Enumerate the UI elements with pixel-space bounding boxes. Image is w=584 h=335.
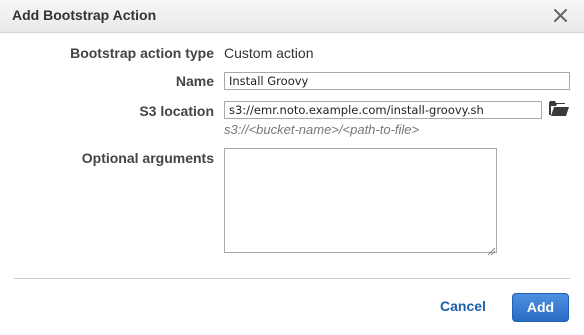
folder-open-icon[interactable] <box>548 100 570 118</box>
s3-location-hint: s3://<bucket-name>/<path-to-file> <box>224 122 420 137</box>
optional-arguments-textarea[interactable] <box>224 148 497 253</box>
optional-arguments-label: Optional arguments <box>81 150 214 166</box>
bootstrap-action-type-label: Bootstrap action type <box>70 45 214 61</box>
dialog-header: Add Bootstrap Action <box>0 0 584 33</box>
bootstrap-action-type-value: Custom action <box>224 45 314 61</box>
name-input[interactable] <box>224 72 570 90</box>
name-label: Name <box>175 73 214 89</box>
s3-location-label: S3 location <box>139 103 214 119</box>
resize-grip-icon[interactable] <box>487 243 496 256</box>
dialog-title: Add Bootstrap Action <box>12 7 157 23</box>
cancel-button[interactable]: Cancel <box>440 298 486 314</box>
s3-location-input[interactable] <box>224 101 542 119</box>
footer-divider <box>14 278 570 279</box>
close-icon[interactable] <box>550 3 572 27</box>
add-button[interactable]: Add <box>512 293 569 322</box>
add-bootstrap-action-dialog: Add Bootstrap Action Bootstrap action ty… <box>0 0 584 335</box>
